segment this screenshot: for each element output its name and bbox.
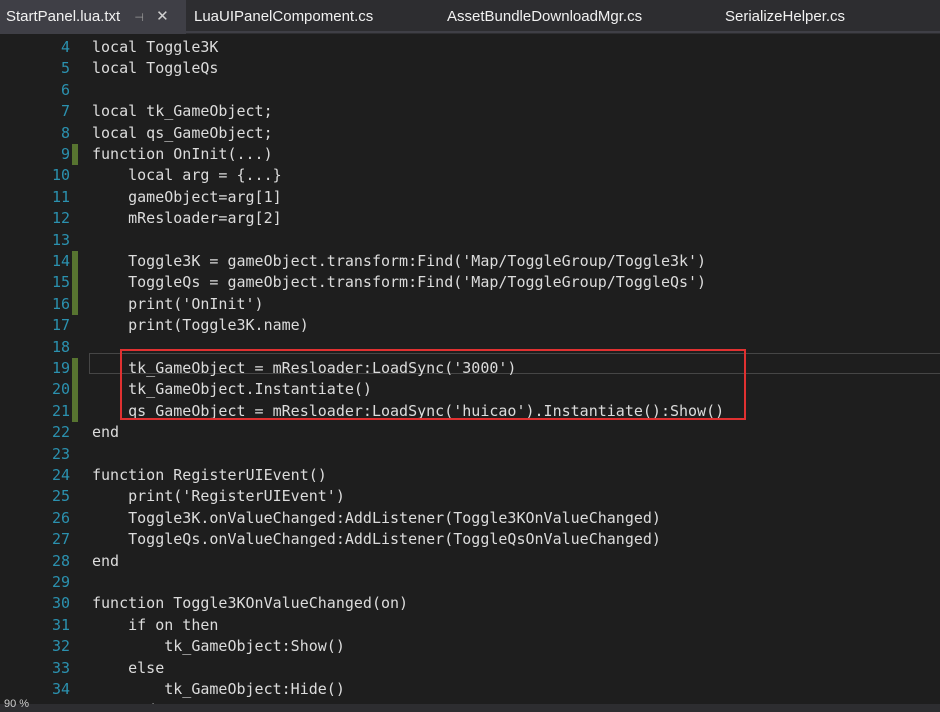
code-line[interactable]: mResloader=arg[2] [92,208,282,229]
change-marker [72,251,78,273]
line-number: 23 [51,444,70,463]
tab-label: StartPanel.lua.txt [6,8,121,25]
close-icon[interactable]: ✕ [156,8,169,25]
code-line[interactable]: function OnInit(...) [92,144,273,165]
line-number: 16 [51,294,70,313]
code-line[interactable]: local Toggle3K [92,37,218,58]
line-number: 31 [51,615,70,634]
tab-label: SerializeHelper.cs [725,8,846,25]
line-number: 19 [51,359,70,377]
code-line[interactable]: gameObject=arg[1] [92,187,282,208]
code-line[interactable]: tk_GameObject:Show() [92,636,345,657]
line-number: 20 [51,380,70,399]
line-number: 6 [60,80,70,99]
code-line[interactable]: print('OnInit') [92,294,263,315]
line-number: 18 [51,337,70,356]
line-number: 14 [51,252,70,270]
highlight-box [120,349,746,420]
line-number: 32 [51,637,70,656]
line-number: 30 [51,594,70,613]
code-line[interactable]: if on then [92,615,218,636]
code-line[interactable]: ToggleQs.onValueChanged:AddListener(Togg… [92,529,661,550]
line-number: 25 [51,487,70,506]
tab-label: AssetBundleDownloadMgr.cs [447,8,643,25]
code-line[interactable]: end [92,422,119,443]
line-number: 5 [60,59,70,78]
pin-icon[interactable]: ⊣ [134,12,144,24]
change-marker [72,272,78,294]
code-line[interactable]: function RegisterUIEvent() [92,465,327,486]
code-line[interactable]: local tk_GameObject; [92,101,273,122]
line-number: 29 [51,573,70,591]
change-marker [72,400,78,423]
tab-label: LuaUIPanelCompoment.cs [194,8,374,25]
tab-assetbundledownloadmgr[interactable]: AssetBundleDownloadMgr.cs [447,0,642,34]
tab-serializehelper[interactable]: SerializeHelper.cs [725,0,845,34]
code-line[interactable]: print(Toggle3K.name) [92,315,309,336]
change-marker [72,144,78,166]
tab-bar: StartPanel.lua.txt ⊣ ✕ LuaUIPanelCompome… [0,0,940,34]
line-number: 24 [51,466,70,484]
change-marker [72,379,78,401]
line-number: 12 [51,209,70,228]
zoom-level[interactable]: 90 % [4,698,29,710]
code-line[interactable]: print('RegisterUIEvent') [92,486,345,507]
code-line[interactable]: Toggle3K = gameObject.transform:Find('Ma… [92,251,706,272]
line-number: 22 [51,423,70,442]
line-number: 8 [60,123,70,142]
change-marker [72,358,78,380]
line-number: 28 [51,551,70,570]
line-number: 34 [51,680,70,698]
line-number: 26 [51,508,70,527]
tab-luauipanelcompoment[interactable]: LuaUIPanelCompoment.cs [194,0,373,34]
code-line[interactable]: local arg = {...} [92,165,282,186]
line-number: 9 [60,145,70,163]
line-number: 10 [51,166,70,185]
tab-divider [0,31,940,33]
line-number: 17 [51,316,70,335]
change-marker [72,293,78,316]
status-bar: 90 % [0,698,940,712]
tab-startpanel[interactable]: StartPanel.lua.txt ⊣ ✕ [0,0,186,34]
line-number: 11 [51,187,70,206]
code-line[interactable]: function Toggle3KOnValueChanged(on) [92,593,408,614]
line-number: 33 [51,658,70,677]
line-number: 15 [51,273,70,292]
code-line[interactable]: ToggleQs = gameObject.transform:Find('Ma… [92,272,706,293]
code-line[interactable]: end [92,551,119,572]
code-line[interactable]: tk_GameObject:Hide() [92,679,345,700]
line-number: 21 [51,401,70,420]
line-number: 4 [60,38,70,56]
code-line[interactable]: local qs_GameObject; [92,123,273,144]
code-line[interactable]: local ToggleQs [92,58,218,79]
line-number: 7 [60,102,70,121]
line-number: 13 [51,230,70,249]
code-line[interactable]: Toggle3K.onValueChanged:AddListener(Togg… [92,508,661,529]
line-number: 27 [51,530,70,549]
code-line[interactable]: else [92,658,164,679]
